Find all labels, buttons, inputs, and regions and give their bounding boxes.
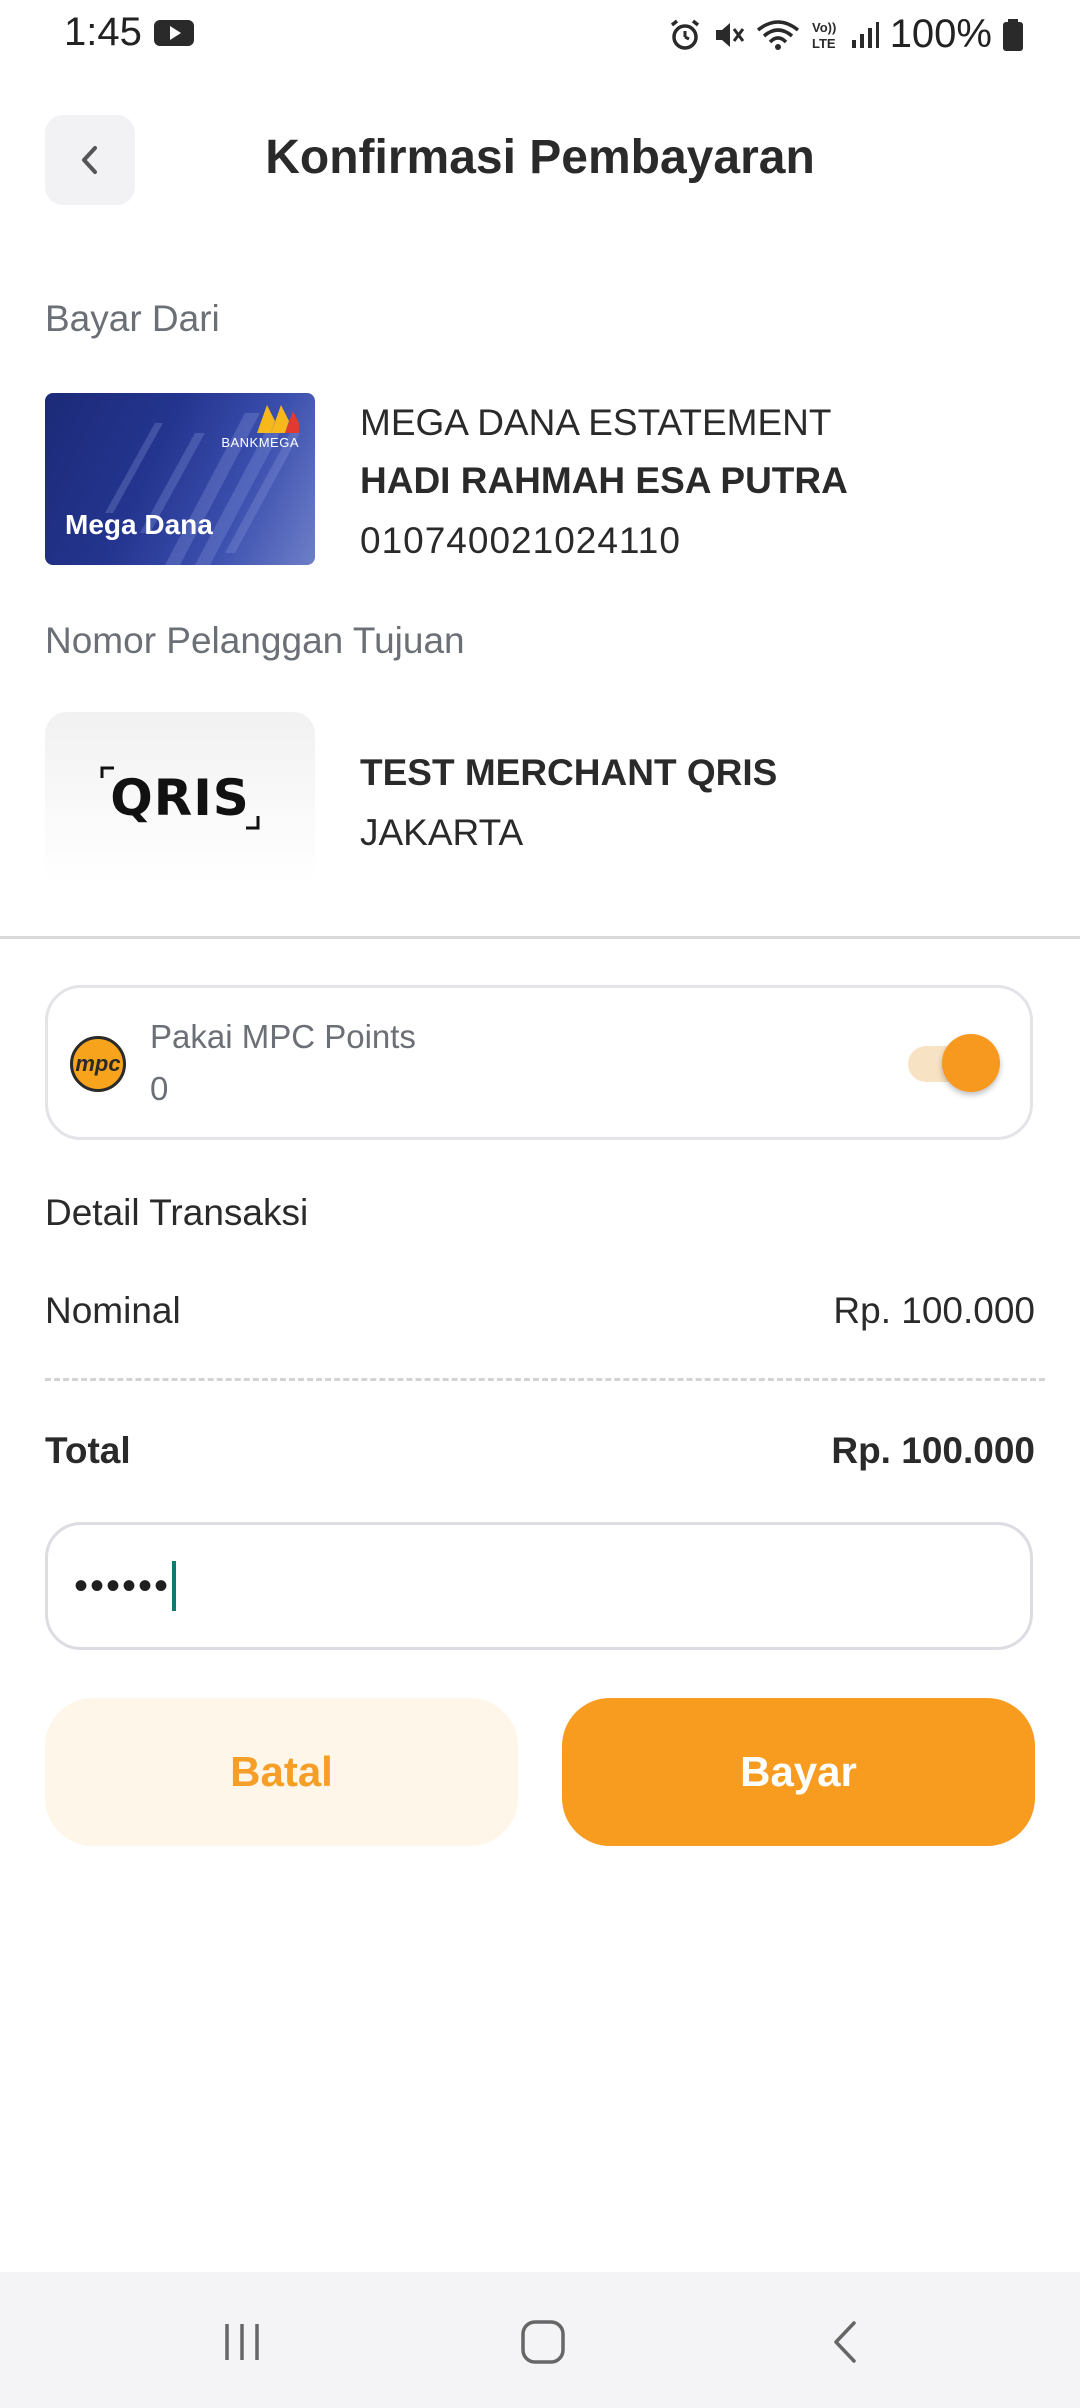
mpc-label: Pakai MPC Points <box>150 1018 416 1055</box>
status-time: 1:45 <box>64 10 194 55</box>
mpc-points-value: 0 <box>150 1070 169 1107</box>
account-holder: HADI RAHMAH ESA PUTRA <box>360 460 848 501</box>
merchant-name: TEST MERCHANT QRIS <box>360 752 778 793</box>
dashed-divider <box>45 1378 1045 1381</box>
merchant-city: JAKARTA <box>360 812 524 853</box>
system-nav-bar <box>0 2272 1080 2408</box>
mega-dana-card: BANKMEGA Mega Dana <box>45 393 315 565</box>
section-divider <box>0 936 1080 939</box>
pin-input[interactable]: •••••• <box>45 1522 1033 1650</box>
recent-apps-icon <box>225 2324 259 2360</box>
svg-text:LTE: LTE <box>812 36 836 51</box>
card-bank-logo: BANKMEGA <box>221 403 299 450</box>
total-label: Total <box>45 1430 131 1471</box>
toggle-knob[interactable] <box>942 1034 1000 1092</box>
signal-icon <box>851 21 879 48</box>
battery-percent: 100% <box>889 12 992 56</box>
home-button[interactable] <box>513 2312 573 2372</box>
nominal-value: Rp. 100.000 <box>833 1290 1035 1331</box>
volte-icon: Vo)) LTE <box>812 20 836 51</box>
text-caret <box>172 1561 177 1611</box>
card-name: Mega Dana <box>65 509 213 540</box>
bank-mega-logo-icon <box>257 405 299 433</box>
account-number: 010740021024110 <box>360 520 681 561</box>
back-chevron-icon <box>834 2321 856 2363</box>
total-value: Rp. 100.000 <box>831 1430 1035 1471</box>
home-icon <box>521 2320 565 2364</box>
detail-title: Detail Transaksi <box>45 1192 309 1233</box>
qris-logo: QRIS <box>100 766 260 830</box>
card-bank-text: BANKMEGA <box>221 435 299 450</box>
youtube-icon <box>153 19 194 46</box>
status-icons: Vo)) LTE 100% <box>668 12 1024 57</box>
qris-logo-text: QRIS <box>110 769 250 827</box>
source-label: Bayar Dari <box>45 298 220 339</box>
recent-apps-button[interactable] <box>212 2312 272 2372</box>
status-time-text: 1:45 <box>64 10 142 54</box>
alarm-icon <box>670 19 699 50</box>
nominal-label: Nominal <box>45 1290 181 1331</box>
qris-logo-tile: QRIS <box>45 712 315 884</box>
destination-label: Nomor Pelanggan Tujuan <box>45 620 465 661</box>
pay-button[interactable]: Bayar <box>562 1698 1035 1846</box>
wifi-icon <box>756 19 799 50</box>
mute-icon <box>715 22 744 47</box>
status-bar: 1:45 Vo)) LTE 100% <box>0 0 1080 70</box>
account-type: MEGA DANA ESTATEMENT <box>360 402 832 443</box>
system-back-button[interactable] <box>816 2312 876 2372</box>
page-title: Konfirmasi Pembayaran <box>265 131 815 184</box>
pin-value: •••••• <box>74 1563 171 1608</box>
cancel-button[interactable]: Batal <box>45 1698 518 1846</box>
battery-icon <box>1003 18 1023 51</box>
mpc-points-option: mpc Pakai MPC Points 0 <box>45 985 1033 1140</box>
svg-text:Vo)): Vo)) <box>812 20 836 35</box>
mpc-logo-icon: mpc <box>70 1036 126 1092</box>
